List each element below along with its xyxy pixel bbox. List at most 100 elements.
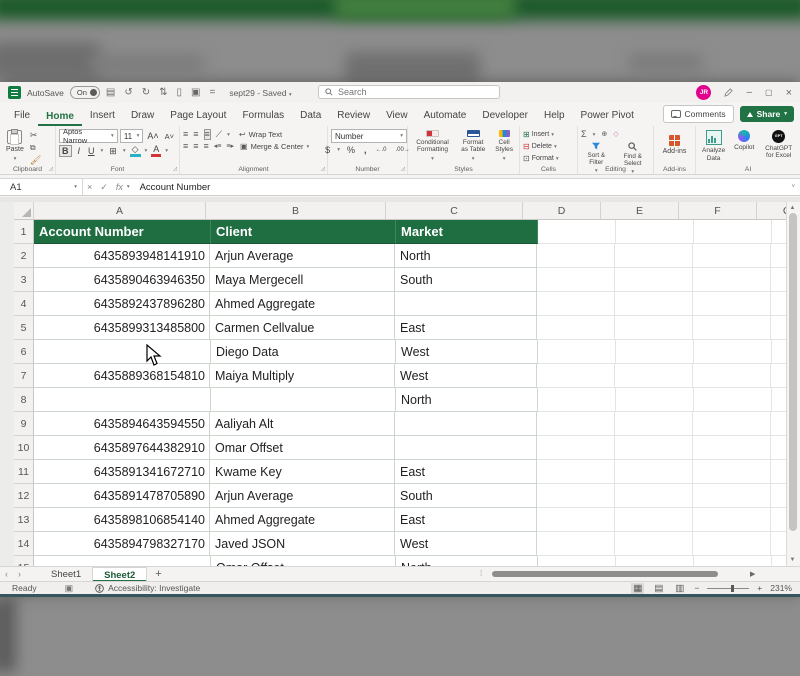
- row-header-5[interactable]: 5: [14, 316, 34, 340]
- cell[interactable]: [211, 388, 396, 412]
- cell[interactable]: [693, 532, 771, 556]
- font-size-select[interactable]: 11▾: [120, 129, 144, 143]
- row-header-15[interactable]: 15: [14, 556, 34, 566]
- formula-input[interactable]: Account Number: [140, 182, 211, 193]
- tab-formulas[interactable]: Formulas: [234, 106, 292, 126]
- search-input[interactable]: Search: [318, 85, 500, 99]
- cell[interactable]: Aaliyah Alt: [210, 412, 395, 436]
- cell[interactable]: 6435891478705890: [34, 484, 210, 508]
- cell[interactable]: Carmen Cellvalue: [210, 316, 395, 340]
- font-dialog-launcher[interactable]: ◿: [173, 166, 177, 172]
- spreadsheet-grid[interactable]: ABCDEFG1Account NumberClientMarket264358…: [14, 202, 786, 566]
- tab-draw[interactable]: Draw: [123, 106, 162, 126]
- cell[interactable]: [615, 460, 693, 484]
- row-header-12[interactable]: 12: [14, 484, 34, 508]
- cell[interactable]: East: [395, 508, 537, 532]
- zoom-slider-thumb[interactable]: [731, 585, 734, 592]
- scroll-right-icon[interactable]: ▶: [750, 570, 755, 578]
- cell[interactable]: [693, 292, 771, 316]
- cell[interactable]: [771, 316, 786, 340]
- format-cells-button[interactable]: ⊡Format▾: [523, 154, 559, 163]
- cell[interactable]: [395, 292, 537, 316]
- tab-power-pivot[interactable]: Power Pivot: [573, 106, 642, 126]
- tab-view[interactable]: View: [378, 106, 416, 126]
- cut-icon[interactable]: ✂: [30, 131, 41, 140]
- autosave-toggle[interactable]: On: [70, 86, 100, 99]
- row-header-11[interactable]: 11: [14, 460, 34, 484]
- cell[interactable]: [395, 412, 537, 436]
- cell[interactable]: [537, 532, 615, 556]
- align-middle-icon[interactable]: ≡: [193, 130, 198, 139]
- tab-developer[interactable]: Developer: [474, 106, 536, 126]
- delete-cells-button[interactable]: ⊟Delete▾: [523, 142, 559, 151]
- vertical-scrollbar[interactable]: ▲ ▼: [786, 202, 798, 566]
- analyze-data-button[interactable]: Analyze Data: [699, 129, 728, 163]
- cell[interactable]: [771, 532, 786, 556]
- orientation-icon[interactable]: ⟋: [216, 130, 222, 139]
- cell[interactable]: [771, 268, 786, 292]
- align-bottom-icon[interactable]: ≡: [204, 129, 211, 140]
- cell[interactable]: [537, 508, 615, 532]
- cell[interactable]: Javed JSON: [210, 532, 395, 556]
- percent-style-icon[interactable]: %: [345, 145, 357, 155]
- cell[interactable]: South: [395, 484, 537, 508]
- cell[interactable]: [615, 316, 693, 340]
- cell[interactable]: [615, 436, 693, 460]
- excel-logo-icon[interactable]: [8, 86, 21, 99]
- cell[interactable]: [615, 244, 693, 268]
- cell[interactable]: North: [396, 388, 538, 412]
- cell[interactable]: 6435894798327170: [34, 532, 210, 556]
- cell[interactable]: [693, 244, 771, 268]
- cell[interactable]: [693, 508, 771, 532]
- tab-data[interactable]: Data: [292, 106, 329, 126]
- cell[interactable]: [537, 292, 615, 316]
- grow-font-icon[interactable]: A˄: [145, 131, 160, 141]
- clipboard-dialog-launcher[interactable]: ◿: [49, 166, 53, 172]
- horizontal-scrollbar-thumb[interactable]: [492, 571, 718, 577]
- cell[interactable]: 6435894643594550: [34, 412, 210, 436]
- tab-page-layout[interactable]: Page Layout: [162, 106, 234, 126]
- addins-button[interactable]: Add-ins: [660, 134, 690, 157]
- insert-cells-button[interactable]: ⊞Insert▾: [523, 130, 559, 139]
- cell[interactable]: [615, 268, 693, 292]
- cell[interactable]: 6435889368154810: [34, 364, 210, 388]
- maximize-icon[interactable]: ▢: [765, 88, 773, 97]
- row-header-8[interactable]: 8: [14, 388, 34, 412]
- decrease-indent-icon[interactable]: ◂≡: [214, 143, 222, 150]
- alignment-dialog-launcher[interactable]: ◿: [321, 166, 325, 172]
- sort-az-icon[interactable]: ⇅: [159, 87, 167, 98]
- align-left-icon[interactable]: ≡: [183, 142, 188, 151]
- copy-icon[interactable]: ⧉: [30, 144, 41, 152]
- cell[interactable]: [693, 364, 771, 388]
- column-header-g[interactable]: G: [757, 202, 786, 220]
- cell[interactable]: [538, 220, 616, 244]
- dictate-icon[interactable]: ▯: [177, 87, 183, 98]
- close-icon[interactable]: ×: [786, 87, 792, 99]
- comma-style-icon[interactable]: ,: [362, 145, 369, 155]
- cell[interactable]: Omar Offset: [210, 436, 395, 460]
- chatgpt-button[interactable]: GPT ChatGPT for Excel: [760, 129, 797, 163]
- shrink-font-icon[interactable]: A˅: [163, 132, 176, 141]
- cell[interactable]: West: [395, 532, 537, 556]
- cell[interactable]: Maya Mergecell: [210, 268, 395, 292]
- cell[interactable]: East: [395, 316, 537, 340]
- cell[interactable]: [694, 340, 772, 364]
- font-color-icon[interactable]: A: [151, 145, 161, 156]
- cell[interactable]: [771, 436, 786, 460]
- redo-icon[interactable]: ↻: [142, 87, 150, 98]
- underline-button[interactable]: U: [86, 146, 97, 156]
- accessibility-status[interactable]: Accessibility: Investigate: [95, 583, 200, 593]
- customize-icon[interactable]: =: [209, 87, 215, 98]
- copilot-button[interactable]: Copilot: [731, 129, 757, 163]
- cell[interactable]: Maiya Multiply: [210, 364, 395, 388]
- cell[interactable]: West: [396, 340, 538, 364]
- row-header-14[interactable]: 14: [14, 532, 34, 556]
- increase-indent-icon[interactable]: ≡▸: [226, 143, 234, 150]
- column-header-c[interactable]: C: [386, 202, 523, 220]
- scrollbar-grip[interactable]: ⁞: [480, 569, 482, 578]
- cell[interactable]: [616, 388, 694, 412]
- conditional-formatting-button[interactable]: Conditional Formatting▾: [411, 129, 454, 163]
- cell[interactable]: [538, 388, 616, 412]
- cell[interactable]: 6435890463946350: [34, 268, 210, 292]
- name-box[interactable]: A1▾: [0, 179, 83, 195]
